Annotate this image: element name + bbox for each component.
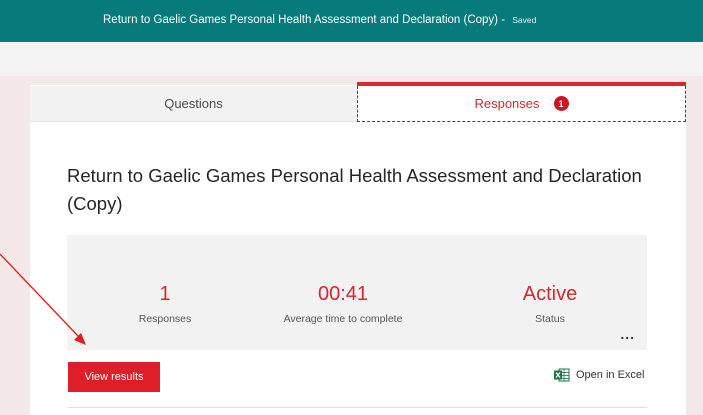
form-name-header: Return to Gaelic Games Personal Health A… xyxy=(103,14,499,26)
open-in-excel-link[interactable]: Open in Excel xyxy=(554,368,644,382)
stat-average-time: 00:41 Average time to complete xyxy=(263,282,423,325)
stats-panel: 1 Responses 00:41 Average time to comple… xyxy=(67,235,647,350)
command-bar xyxy=(0,42,703,76)
form-title: Return to Gaelic Games Personal Health A… xyxy=(67,165,642,214)
stat-status-label: Status xyxy=(535,313,565,325)
stat-average-time-label: Average time to complete xyxy=(283,313,403,325)
stat-responses-value: 1 xyxy=(159,283,171,305)
responses-count-badge: 1 xyxy=(553,96,569,111)
divider xyxy=(67,407,647,408)
stat-status: Active Status xyxy=(470,282,630,325)
excel-icon xyxy=(554,368,570,382)
stat-status-value: Active xyxy=(522,283,578,305)
tab-questions[interactable]: Questions xyxy=(30,86,357,122)
stat-average-time-value: 00:41 xyxy=(317,283,369,305)
saved-status: Saved xyxy=(512,15,537,25)
header-separator: - xyxy=(498,14,509,26)
more-icon[interactable]: ... xyxy=(620,327,635,341)
stat-responses-label: Responses xyxy=(138,313,192,325)
tab-responses[interactable]: Responses 1 xyxy=(357,86,686,122)
tab-questions-label: Questions xyxy=(164,96,223,111)
stat-responses: 1 Responses xyxy=(85,282,245,325)
header-title: Return to Gaelic Games Personal Health A… xyxy=(103,14,536,26)
app-header: Return to Gaelic Games Personal Health A… xyxy=(0,0,703,42)
open-in-excel-label: Open in Excel xyxy=(576,369,645,381)
view-results-button[interactable]: View results xyxy=(68,362,160,392)
tab-responses-label: Responses xyxy=(474,96,540,111)
